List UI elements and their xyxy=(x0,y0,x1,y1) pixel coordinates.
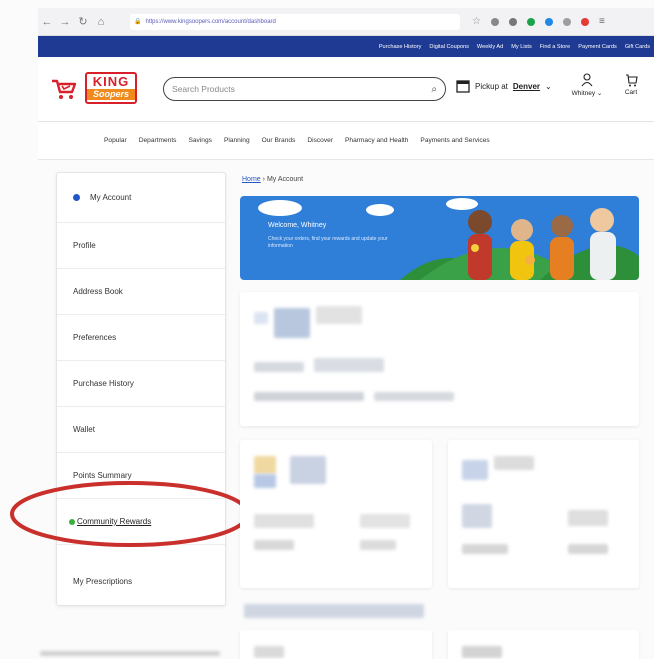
search-input[interactable]: Search Products ⌕ xyxy=(163,77,446,101)
welcome-banner: Welcome, Whitney Check your orders, find… xyxy=(240,196,639,280)
account-info-card[interactable] xyxy=(240,440,432,588)
sidebar-item-community-rewards[interactable]: Community Rewards xyxy=(57,499,225,545)
sidebar-item-preferences[interactable]: Preferences xyxy=(57,315,225,361)
page: ← → ↻ ⌂ 🔒 https://www.kingsoopers.com/ac… xyxy=(0,0,654,659)
welcome-subtitle: Check your orders, find your rewards and… xyxy=(268,236,388,249)
utility-link[interactable]: Find a Store xyxy=(540,44,570,50)
extension-icon[interactable] xyxy=(544,17,553,26)
user-icon xyxy=(581,73,593,87)
cart-icon xyxy=(626,74,638,87)
extension-icon[interactable] xyxy=(580,17,589,26)
lock-icon: 🔒 xyxy=(134,19,142,25)
forward-arrow-icon[interactable]: → xyxy=(56,16,74,28)
account-info-card[interactable] xyxy=(240,630,432,659)
chevron-down-icon: ⌄ xyxy=(596,90,603,97)
cart-label: Cart xyxy=(624,89,638,96)
sidebar-item-my-prescriptions[interactable]: My Prescriptions xyxy=(57,545,225,617)
menu-icon[interactable]: ≡ xyxy=(599,16,605,27)
brand-logo[interactable]: KING Soopers xyxy=(85,72,137,104)
home-icon[interactable]: ⌂ xyxy=(92,16,110,28)
site-header: KING Soopers Search Products ⌕ Pickup at… xyxy=(38,57,654,122)
search-placeholder: Search Products xyxy=(172,84,235,94)
star-icon[interactable]: ☆ xyxy=(472,16,481,27)
account-sidebar: My Account Profile Address Book Preferen… xyxy=(56,172,226,606)
browser-toolbar: ← → ↻ ⌂ 🔒 https://www.kingsoopers.com/ac… xyxy=(38,8,654,36)
nav-item[interactable]: Discover xyxy=(307,137,333,144)
extension-icon[interactable] xyxy=(490,17,499,26)
nav-item[interactable]: Pharmacy and Health xyxy=(345,137,408,144)
status-dot-icon xyxy=(69,518,75,525)
sidebar-item-address-book[interactable]: Address Book xyxy=(57,269,225,315)
extension-icons: ☆ ≡ xyxy=(472,16,605,27)
pickup-label: Pickup at xyxy=(475,81,508,91)
account-name: Whitney xyxy=(571,90,596,97)
utility-link[interactable]: My Lists xyxy=(511,44,532,50)
footer-text-blur xyxy=(40,651,220,657)
breadcrumb-current: My Account xyxy=(266,176,304,183)
store-icon xyxy=(456,80,470,93)
chevron-down-icon: ⌄ xyxy=(545,81,552,91)
extension-icon[interactable] xyxy=(508,17,517,26)
section-heading-blur xyxy=(244,604,424,618)
utility-links-bar: Purchase History Digital Coupons Weekly … xyxy=(38,36,654,57)
sidebar-item-wallet[interactable]: Wallet xyxy=(57,407,225,453)
account-info-card[interactable] xyxy=(448,440,639,588)
cart-logo-icon[interactable] xyxy=(50,77,78,101)
reload-icon[interactable]: ↻ xyxy=(74,15,92,28)
nav-item[interactable]: Our Brands xyxy=(262,137,296,144)
url-text: https://www.kingsoopers.com/account/dash… xyxy=(145,18,276,25)
pickup-store-name[interactable]: Denver xyxy=(513,82,540,91)
nav-item[interactable]: Payments and Services xyxy=(420,137,489,144)
welcome-heading: Welcome, Whitney xyxy=(268,222,327,229)
account-menu[interactable]: Whitney ⌄ xyxy=(570,73,604,97)
nav-item[interactable]: Popular xyxy=(104,137,127,144)
pickup-selector[interactable]: Pickup at Denver ⌄ xyxy=(456,79,552,93)
nav-item[interactable]: Departments xyxy=(139,137,177,144)
breadcrumb: Home › My Account xyxy=(242,176,303,183)
breadcrumb-separator: › xyxy=(262,176,265,183)
nav-item[interactable]: Planning xyxy=(224,137,250,144)
search-icon[interactable]: ⌕ xyxy=(431,84,437,95)
active-indicator-icon xyxy=(73,194,80,201)
sidebar-item-profile[interactable]: Profile xyxy=(57,223,225,269)
breadcrumb-home-link[interactable]: Home xyxy=(242,176,261,183)
address-bar[interactable]: 🔒 https://www.kingsoopers.com/account/da… xyxy=(130,13,460,30)
utility-link[interactable]: Purchase History xyxy=(379,44,422,50)
account-info-card[interactable] xyxy=(448,630,639,659)
category-nav: Popular Departments Savings Planning Our… xyxy=(38,122,654,160)
sidebar-item-points-summary[interactable]: Points Summary xyxy=(57,453,225,499)
extension-icon[interactable] xyxy=(562,17,571,26)
nav-item[interactable]: Savings xyxy=(188,137,211,144)
extension-icon[interactable] xyxy=(526,17,535,26)
back-arrow-icon[interactable]: ← xyxy=(38,16,56,28)
sidebar-item-purchase-history[interactable]: Purchase History xyxy=(57,361,225,407)
utility-link[interactable]: Weekly Ad xyxy=(477,44,503,50)
utility-link[interactable]: Payment Cards xyxy=(578,44,617,50)
utility-link[interactable]: Gift Cards xyxy=(625,44,650,50)
account-summary-card[interactable] xyxy=(240,292,639,426)
utility-link[interactable]: Digital Coupons xyxy=(429,44,469,50)
sidebar-item-my-account[interactable]: My Account xyxy=(57,173,225,223)
cart-button[interactable]: Cart xyxy=(618,73,644,96)
